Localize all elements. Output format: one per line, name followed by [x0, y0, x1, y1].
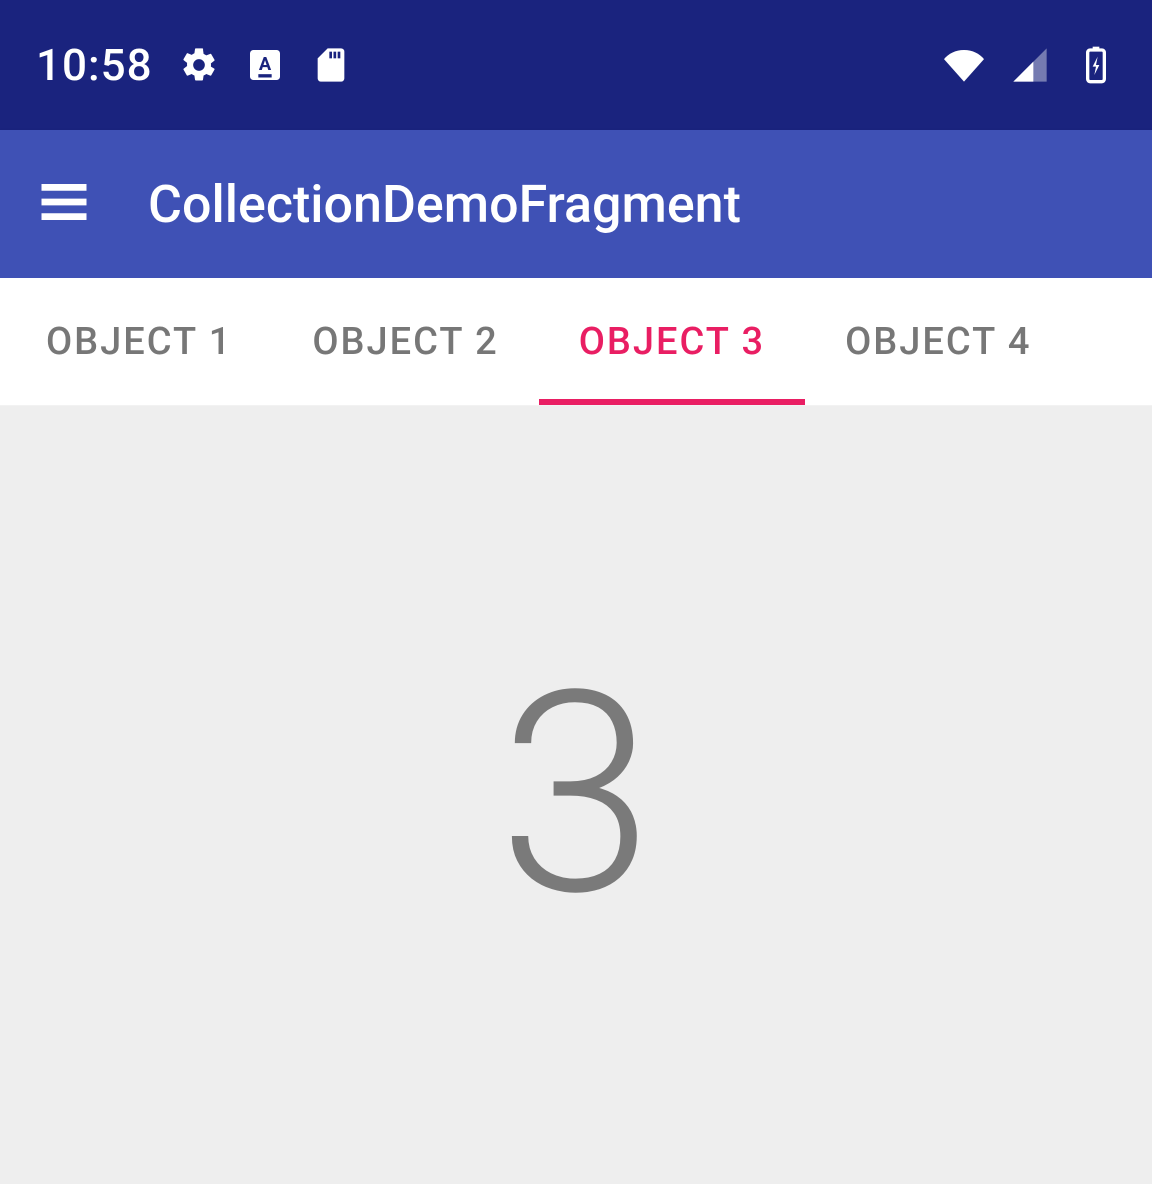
tab-object-4[interactable]: OBJECT 4 [805, 278, 1071, 405]
gear-icon [179, 45, 219, 85]
hamburger-icon [37, 175, 91, 233]
status-clock: 10:58 [36, 39, 153, 91]
fragment-number: 3 [498, 655, 653, 935]
content-area[interactable]: 3 [0, 406, 1152, 1184]
tab-object-2[interactable]: OBJECT 2 [272, 278, 538, 405]
status-right [944, 45, 1116, 85]
tab-strip: OBJECT 1 OBJECT 2 OBJECT 3 OBJECT 4 [0, 278, 1152, 406]
page-title: CollectionDemoFragment [148, 174, 741, 235]
app-bar: CollectionDemoFragment [0, 130, 1152, 278]
tab-label: OBJECT 2 [312, 320, 498, 364]
tab-object-1[interactable]: OBJECT 1 [6, 278, 272, 405]
status-left: 10:58 A [36, 39, 351, 91]
svg-text:A: A [258, 54, 271, 75]
tab-object-3[interactable]: OBJECT 3 [539, 278, 805, 405]
keyboard-icon: A [245, 45, 285, 85]
menu-button[interactable] [36, 176, 92, 232]
sd-card-icon [311, 45, 351, 85]
wifi-icon [944, 45, 984, 85]
battery-charging-icon [1076, 45, 1116, 85]
tab-label: OBJECT 1 [46, 320, 232, 364]
tab-label: OBJECT 3 [579, 320, 765, 364]
tab-label: OBJECT 4 [845, 320, 1031, 364]
status-bar: 10:58 A [0, 0, 1152, 130]
cell-signal-icon [1010, 45, 1050, 85]
